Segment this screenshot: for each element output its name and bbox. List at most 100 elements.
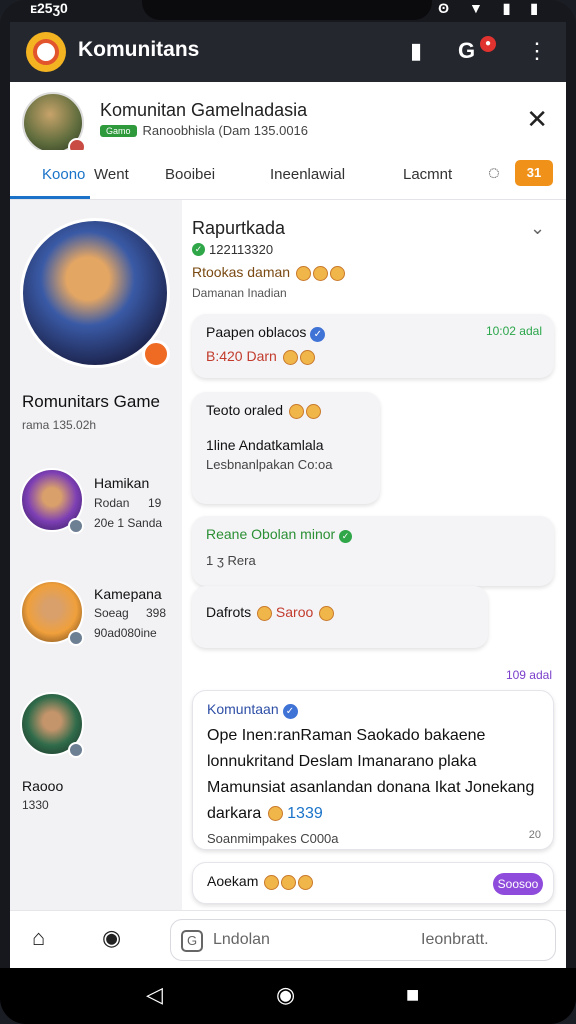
close-icon[interactable]: ✕ [526,104,548,135]
emoji-icon [319,605,335,621]
message-time: 10:02 adal [485,324,542,338]
message-time: 109 adal [505,668,552,682]
message-bubble[interactable]: Teoto oraled 1line Andatkamlala Lesbnanl… [192,392,380,504]
contact-meta: 20e 1 Sanda [94,516,163,530]
group-subtitle: Gamo Ranoobhisla (Dam 135.0016 [100,123,308,138]
home-circle-icon[interactable]: ◉ [276,982,295,1008]
chat-name: Rapurtkada [192,218,286,238]
message-text: B:420 Darn [206,348,277,364]
notification-badge: ● [480,36,496,52]
chat-panel: Rapurtkada ⌄ ✓ 122113320 Rtookas daman Da… [182,200,566,910]
status-time: ᴇ25ʒ0 [30,0,68,16]
message-text: 1line Andatkamlala [206,436,324,453]
message-sender: Teoto oraled [206,402,284,418]
gallery-icon[interactable]: G [181,930,203,952]
tab-lacmnt[interactable]: Lacmnt [403,166,452,183]
contact-name: Raooo [22,778,64,794]
tab-went[interactable]: Went [94,166,129,183]
orange-tab-button[interactable]: 31 [515,160,553,186]
contact-count: 19 [148,496,162,510]
contact-status-dot [68,518,84,534]
message-title: Komuntaan ✓ [207,701,539,719]
tab-booibei[interactable]: Booibei [165,166,215,183]
contact-name: Hamikan [94,475,150,491]
status-icons: ʘ ▼ ▮ ▮ [438,0,546,16]
phone-frame: ᴇ25ʒ0 ʘ ▼ ▮ ▮ Komunitans ▮ G ● ⋮ Komunit… [0,0,576,1024]
message-title: Teoto oraled [206,402,366,419]
message-sender: Aoekam [207,873,259,889]
purple-action-button[interactable]: Soosoo [493,873,543,895]
message-title: Dafrots Saroo [206,604,474,621]
system-nav-bar: ◁ ◉ ■ [0,968,576,1024]
featured-title: Romunitars Game [22,392,160,411]
app-title: Komunitans [78,38,200,61]
check-icon: ✓ [192,243,205,256]
contact-line: Rodan [94,496,130,510]
check-icon: ✓ [339,530,353,543]
group-name: Komunitan Gamelnadasia [100,100,308,120]
bookmark-icon[interactable]: ▮ [410,38,422,64]
chat-id: 122113320 [209,242,274,257]
main-screen: Komunitan Gamelnadasia Gamo Ranoobhisla … [10,82,566,968]
message-title: Aoekam [207,873,539,890]
message-bubble[interactable]: Paapen oblacos ✓ B:420 Darn 10:02 adal [192,314,554,378]
chat-id-line: ✓ 122113320 [192,242,273,257]
message-body: Ope Inen:ranRaman Saokado bakaene lonnuk… [207,727,535,822]
message-bubble[interactable]: Dafrots Saroo [192,586,488,648]
message-small: Lesbnanlpakan Co:oa [206,456,333,472]
tab-koono[interactable]: Koono [42,166,85,183]
message-bubble[interactable]: Reane Obolan minor ✓ 1 ʒ Rera [192,516,554,586]
message-sender: Reane Obolan minor [206,526,336,542]
contact-name: Kamepana [94,586,162,602]
emoji-icon [288,403,304,419]
emoji-icon [298,874,314,890]
contact-status-dot [68,630,84,646]
emoji-icon [282,349,298,365]
message-bubble[interactable]: Komuntaan ✓ Ope Inen:ranRaman Saokado ba… [192,690,554,850]
chevron-down-icon[interactable]: ⌄ [530,218,545,239]
verified-icon: ✓ [282,704,298,719]
message-input[interactable]: G Lndolan Ieonbratt. [170,919,556,961]
chat-header: Komunitan Gamelnadasia Gamo Ranoobhisla … [10,82,566,156]
message-number: 1339 [287,805,323,822]
featured-status-dot [142,340,170,368]
verified-icon: ✓ [310,327,326,342]
tab-ineenlawial[interactable]: Ineenlawial [270,166,345,183]
message-small-time: 20 [528,829,541,841]
emoji-icon [257,605,273,621]
more-vert-icon[interactable]: ⋮ [526,38,548,64]
contact-meta: 90ad080ine [94,626,157,640]
active-tab-indicator [10,196,90,199]
group-pill: Gamo [100,124,137,137]
emoji-icon [312,265,328,281]
message-title: Reane Obolan minor ✓ [206,526,540,543]
app-bar: Komunitans ▮ G ● ⋮ [10,22,566,82]
emoji-icon [281,874,297,890]
chat-bubble-icon[interactable]: ◌ [488,162,500,185]
camera-notch [142,0,432,20]
emoji-icon [264,874,280,890]
g-account-icon[interactable]: G [458,38,475,64]
message-bubble[interactable]: Aoekam Soosoo [192,862,554,904]
back-icon[interactable]: ◁ [146,982,163,1008]
chat-status: Rtookas daman [192,264,291,280]
emoji-icon [267,806,283,822]
contact-line: Soeag [94,606,129,620]
message-small: 1 ʒ Rera [206,553,256,568]
contact-count: 398 [146,606,167,620]
emoji-icon [329,265,345,281]
status-bar: ᴇ25ʒ0 ʘ ▼ ▮ ▮ [0,0,576,22]
contact-meta: 1330 [22,798,49,812]
chat-desc: Damanan Inadian [192,286,287,300]
message-sender: Dafrots [206,604,252,620]
home-icon[interactable]: ⌂ [32,925,45,951]
member-sidebar: Romunitars Game rama 135.02h Hamikan Rod… [10,200,182,910]
app-logo-icon [26,32,66,72]
eye-icon[interactable]: ◉ [102,925,121,951]
contact-status-dot [68,742,84,758]
message-small: Soanmimpakes C000a [207,831,339,846]
message-text: Ope Inen:ranRaman Saokado bakaene lonnuk… [207,723,539,827]
input-placeholder-right: Ieonbratt. [421,931,489,948]
featured-subtitle: rama 135.02h [22,418,97,432]
recents-icon[interactable]: ■ [406,982,419,1008]
